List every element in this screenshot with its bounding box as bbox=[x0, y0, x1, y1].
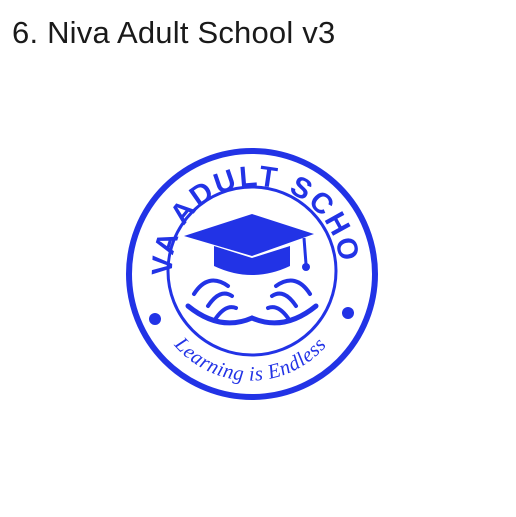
seal-right-dot bbox=[342, 307, 354, 319]
seal-name-text: NIVA ADULT SCHOOL bbox=[112, 121, 366, 276]
school-logo: NIVA ADULT SCHOOL Learning is Endless bbox=[112, 121, 380, 402]
page-heading: 6. Niva Adult School v3 bbox=[12, 15, 336, 50]
seal-left-dot bbox=[149, 313, 161, 325]
graduation-cap-icon bbox=[184, 214, 314, 275]
logo-seal: NIVA ADULT SCHOOL Learning is Endless bbox=[112, 121, 378, 400]
open-book-icon bbox=[185, 278, 319, 326]
seal-tagline-text: Learning is Endless bbox=[169, 333, 330, 386]
